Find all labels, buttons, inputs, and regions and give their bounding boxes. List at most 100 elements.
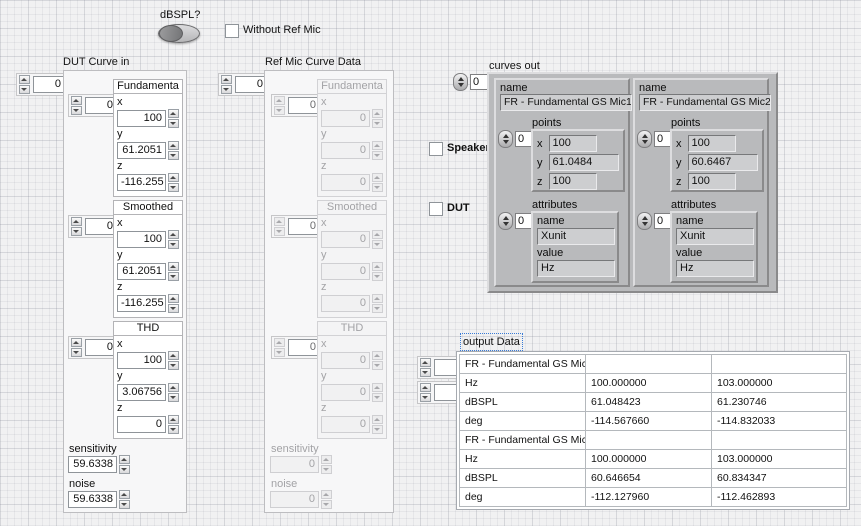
y-spinner[interactable] bbox=[168, 141, 179, 160]
decrement-button[interactable] bbox=[168, 272, 179, 281]
increment-button[interactable] bbox=[71, 217, 82, 226]
increment-button[interactable] bbox=[71, 96, 82, 105]
points-cluster: x 100 y 61.0484 z 100 bbox=[531, 129, 625, 192]
decrement-button[interactable] bbox=[168, 425, 179, 434]
index-spinner[interactable] bbox=[71, 217, 82, 236]
increment-button[interactable] bbox=[168, 383, 179, 392]
sensitivity-control[interactable]: 59.6338 bbox=[68, 455, 130, 474]
x-spinner[interactable] bbox=[168, 230, 179, 249]
noise-field[interactable]: 59.6338 bbox=[68, 491, 117, 508]
index-spinner[interactable] bbox=[420, 383, 431, 402]
decrement-button[interactable] bbox=[19, 85, 30, 94]
index-spinner[interactable] bbox=[221, 75, 232, 94]
increment-button[interactable] bbox=[168, 415, 179, 424]
decrement-button[interactable] bbox=[168, 304, 179, 313]
x-spinner[interactable] bbox=[168, 109, 179, 128]
index-spinner[interactable] bbox=[498, 212, 513, 230]
decrement-button[interactable] bbox=[168, 361, 179, 370]
increment-button[interactable] bbox=[71, 338, 82, 347]
increment-button[interactable] bbox=[168, 351, 179, 360]
index-spinner[interactable] bbox=[637, 212, 652, 230]
dut-checkbox[interactable]: DUT bbox=[429, 202, 470, 216]
increment-button[interactable] bbox=[221, 75, 232, 84]
smoothed-section-title: Smoothed bbox=[113, 200, 183, 215]
index-value[interactable]: 0 bbox=[33, 76, 65, 93]
noise-spinner[interactable] bbox=[119, 490, 130, 509]
z-field[interactable]: 0 bbox=[117, 416, 166, 433]
z-field[interactable]: -116.255 bbox=[117, 174, 166, 191]
index-spinner[interactable] bbox=[420, 358, 431, 377]
z-spinner bbox=[372, 173, 383, 192]
index-spinner[interactable] bbox=[19, 75, 30, 94]
table-cell: 61.230746 bbox=[712, 393, 847, 412]
decrement-button[interactable] bbox=[420, 393, 431, 402]
table-cell: 103.000000 bbox=[712, 450, 847, 469]
table-row: deg-114.567660-114.832033 bbox=[460, 412, 847, 431]
curve-cluster-mic1: name FR - Fundamental GS Mic1 points 0 x… bbox=[494, 78, 630, 287]
attr-name-label: name bbox=[537, 215, 613, 228]
increment-button[interactable] bbox=[119, 490, 130, 499]
index-value[interactable]: 0 bbox=[235, 76, 267, 93]
dut-curve-in-index[interactable]: 0 bbox=[16, 73, 68, 96]
without-ref-mic-checkbox[interactable]: Without Ref Mic bbox=[225, 24, 321, 38]
z-spinner[interactable] bbox=[168, 173, 179, 192]
y-field: 0 bbox=[321, 384, 370, 401]
increment-button[interactable] bbox=[119, 455, 130, 464]
x-field[interactable]: 100 bbox=[117, 231, 166, 248]
z-spinner[interactable] bbox=[168, 415, 179, 434]
noise-field: 0 bbox=[270, 491, 319, 508]
dbspl-toggle-switch[interactable] bbox=[158, 24, 200, 43]
ref-mic-index[interactable]: 0 bbox=[218, 73, 270, 96]
table-row: deg-112.127960-112.462893 bbox=[460, 488, 847, 507]
x-field[interactable]: 100 bbox=[117, 110, 166, 127]
z-spinner[interactable] bbox=[168, 294, 179, 313]
decrement-button[interactable] bbox=[168, 393, 179, 402]
increment-button[interactable] bbox=[168, 141, 179, 150]
y-field[interactable]: 61.2051 bbox=[117, 142, 166, 159]
z-field[interactable]: -116.255 bbox=[117, 295, 166, 312]
y-field[interactable]: 3.06756 bbox=[117, 384, 166, 401]
decrement-button[interactable] bbox=[71, 348, 82, 357]
dut-curve-in-label: DUT Curve in bbox=[63, 56, 129, 68]
fundamental-xyz-cluster: x 0 y 0 z 0 bbox=[317, 93, 387, 197]
speaker-checkbox[interactable]: Speaker bbox=[429, 142, 490, 156]
index-spinner[interactable] bbox=[71, 338, 82, 357]
y-field[interactable]: 61.2051 bbox=[117, 263, 166, 280]
decrement-button[interactable] bbox=[119, 465, 130, 474]
noise-control[interactable]: 59.6338 bbox=[68, 490, 130, 509]
decrement-button[interactable] bbox=[168, 119, 179, 128]
index-value: 0 bbox=[288, 97, 320, 114]
decrement-button[interactable] bbox=[119, 500, 130, 509]
increment-button[interactable] bbox=[420, 358, 431, 367]
sensitivity-field[interactable]: 59.6338 bbox=[68, 456, 117, 473]
increment-button[interactable] bbox=[168, 109, 179, 118]
table-row-header: deg bbox=[460, 412, 586, 431]
increment-button[interactable] bbox=[168, 262, 179, 271]
decrement-button[interactable] bbox=[168, 151, 179, 160]
z-label: z bbox=[321, 402, 383, 415]
y-spinner[interactable] bbox=[168, 383, 179, 402]
decrement-button[interactable] bbox=[168, 240, 179, 249]
z-field: 0 bbox=[321, 174, 370, 191]
index-spinner[interactable] bbox=[498, 130, 513, 148]
decrement-button[interactable] bbox=[420, 368, 431, 377]
increment-button[interactable] bbox=[168, 230, 179, 239]
fundamental-section-title: Fundamenta bbox=[113, 79, 183, 94]
index-spinner[interactable] bbox=[71, 96, 82, 115]
index-spinner[interactable] bbox=[453, 73, 468, 91]
sensitivity-spinner[interactable] bbox=[119, 455, 130, 474]
attr-name-label: name bbox=[676, 215, 752, 228]
decrement-button[interactable] bbox=[71, 106, 82, 115]
x-spinner[interactable] bbox=[168, 351, 179, 370]
decrement-button[interactable] bbox=[221, 85, 232, 94]
decrement-button[interactable] bbox=[168, 183, 179, 192]
increment-button[interactable] bbox=[168, 173, 179, 182]
increment-button[interactable] bbox=[420, 383, 431, 392]
increment-button[interactable] bbox=[19, 75, 30, 84]
y-spinner[interactable] bbox=[168, 262, 179, 281]
increment-button[interactable] bbox=[168, 294, 179, 303]
table-row: Hz100.000000103.000000 bbox=[460, 374, 847, 393]
decrement-button[interactable] bbox=[71, 227, 82, 236]
index-spinner[interactable] bbox=[637, 130, 652, 148]
x-field[interactable]: 100 bbox=[117, 352, 166, 369]
